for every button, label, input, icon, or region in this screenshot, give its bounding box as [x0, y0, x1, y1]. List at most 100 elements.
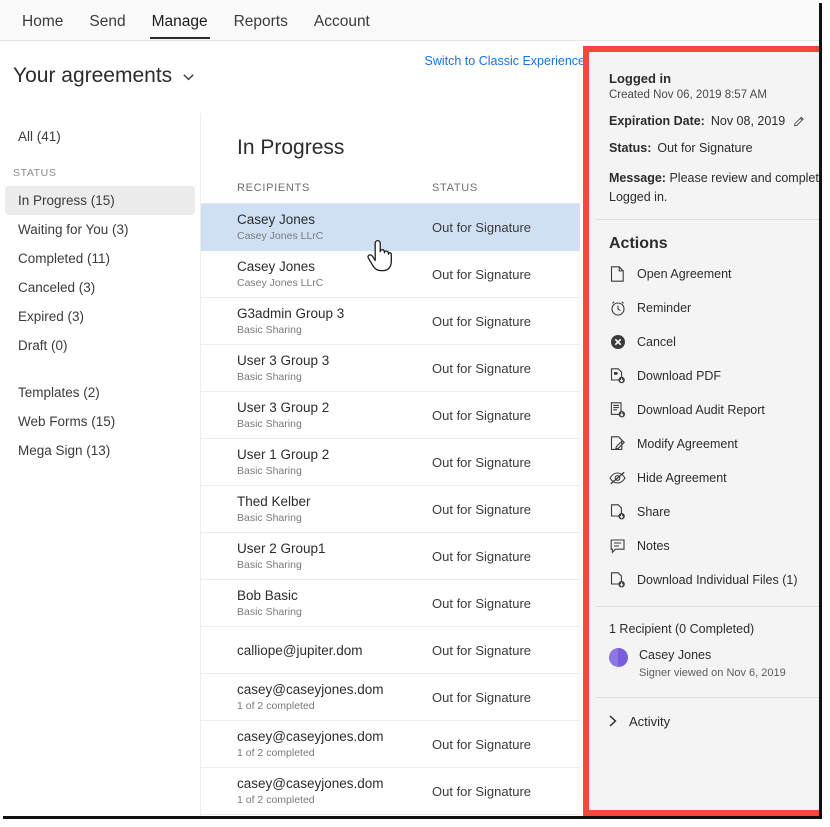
table-row-status: Out for Signature — [432, 690, 531, 705]
action-download-individual-files[interactable]: Download Individual Files (1) — [595, 563, 819, 597]
chevron-down-icon[interactable] — [183, 74, 194, 81]
sidebar-item-all[interactable]: All (41) — [5, 122, 195, 151]
action-reminder[interactable]: Reminder — [595, 291, 819, 325]
table-row-status: Out for Signature — [432, 549, 531, 564]
table-row-recipient: User 3 Group 3 Basic Sharing — [237, 352, 432, 384]
switch-to-classic-link[interactable]: Switch to Classic Experience — [425, 54, 585, 68]
sidebar-item-mega-sign-label: Mega Sign (13) — [18, 443, 110, 458]
sidebar-item-waiting-label: Waiting for You (3) — [18, 222, 129, 237]
table-row-sub: Basic Sharing — [237, 323, 432, 337]
sidebar-item-mega-sign[interactable]: Mega Sign (13) — [5, 436, 195, 465]
table-row[interactable]: G3admin Group 3 Basic Sharing Out for Si… — [201, 298, 580, 345]
sidebar-item-draft[interactable]: Draft (0) — [5, 331, 195, 360]
action-modify-agreement[interactable]: Modify Agreement — [595, 427, 819, 461]
action-open-agreement[interactable]: Open Agreement — [595, 257, 819, 291]
action-cancel[interactable]: Cancel — [595, 325, 819, 359]
sidebar: All (41) STATUS In Progress (15) Waiting… — [0, 113, 200, 816]
table-row[interactable]: casey@caseyjones.dom 1 of 2 completed Ou… — [201, 768, 580, 815]
application-window: Home Send Manage Reports Account Switch … — [0, 0, 819, 816]
table-row[interactable]: casey@caseyjones.dom 1 of 2 completed Ou… — [201, 674, 580, 721]
table-row[interactable]: User 1 Group 2 Basic Sharing Out for Sig… — [201, 439, 580, 486]
nav-item-reports[interactable]: Reports — [221, 0, 301, 42]
agreements-title-group[interactable]: Your agreements — [13, 64, 194, 88]
sidebar-item-completed-label: Completed (11) — [18, 251, 110, 266]
table-row-recipient: G3admin Group 3 Basic Sharing — [237, 305, 432, 337]
nav-item-send[interactable]: Send — [76, 0, 138, 42]
table-row-name: casey@caseyjones.dom — [237, 775, 432, 792]
table-row[interactable]: Casey Jones Casey Jones LLrC Out for Sig… — [201, 251, 580, 298]
table-row-sub: 1 of 2 completed — [237, 699, 432, 713]
activity-section-toggle[interactable]: Activity — [595, 697, 819, 744]
audit-report-icon — [609, 402, 626, 419]
agreement-detail-panel: Logged in Created Nov 06, 2019 8:57 AM E… — [583, 46, 819, 816]
agreement-message-row: Message: Please review and complet — [609, 169, 805, 188]
table-row-status: Out for Signature — [432, 502, 531, 517]
nav-item-home-label: Home — [22, 13, 63, 30]
agreement-message-value: Please review and complet — [669, 171, 818, 185]
sidebar-item-templates[interactable]: Templates (2) — [5, 378, 195, 407]
sidebar-item-canceled[interactable]: Canceled (3) — [5, 273, 195, 302]
list-heading: In Progress — [201, 113, 580, 160]
activity-label: Activity — [629, 714, 670, 729]
table-row-name: User 3 Group 2 — [237, 399, 432, 416]
action-hide-agreement[interactable]: Hide Agreement — [595, 461, 819, 495]
avatar — [609, 648, 628, 667]
action-notes[interactable]: Notes — [595, 529, 819, 563]
table-row-status: Out for Signature — [432, 408, 531, 423]
agreement-created-date: Created Nov 06, 2019 8:57 AM — [609, 89, 805, 101]
action-share[interactable]: Share — [595, 495, 819, 529]
table-row-name: calliope@jupiter.dom — [237, 642, 432, 659]
table-row-sub: Casey Jones LLrC — [237, 276, 432, 290]
agreement-status-value: Out for Signature — [657, 141, 752, 155]
table-row[interactable]: Casey Jones Casey Jones LLrC Out for Sig… — [201, 204, 580, 251]
actions-heading: Actions — [595, 220, 819, 257]
chevron-right-icon — [609, 715, 617, 727]
cancel-circle-icon — [609, 334, 626, 351]
table-row-status: Out for Signature — [432, 361, 531, 376]
action-download-audit-report[interactable]: Download Audit Report — [595, 393, 819, 427]
table-row-recipient: casey@caseyjones.dom 1 of 2 completed — [237, 728, 432, 760]
table-row[interactable]: Bob Basic Basic Sharing Out for Signatur… — [201, 580, 580, 627]
table-row[interactable]: User 2 Group1 Basic Sharing Out for Sign… — [201, 533, 580, 580]
sidebar-item-expired[interactable]: Expired (3) — [5, 302, 195, 331]
table-row-status: Out for Signature — [432, 455, 531, 470]
agreement-status-label: Status: — [609, 141, 651, 155]
agreement-detail-inner: Logged in Created Nov 06, 2019 8:57 AM E… — [595, 58, 819, 810]
sidebar-item-canceled-label: Canceled (3) — [18, 280, 95, 295]
table-row[interactable]: Thed Kelber Basic Sharing Out for Signat… — [201, 486, 580, 533]
nav-item-home[interactable]: Home — [9, 0, 76, 42]
eye-slash-icon — [609, 470, 626, 487]
recipient-list-item[interactable]: Casey Jones Signer viewed on Nov 6, 2019 — [609, 647, 805, 681]
table-row[interactable]: User 3 Group 3 Basic Sharing Out for Sig… — [201, 345, 580, 392]
table-row-recipient: casey@caseyjones.dom 1 of 2 completed — [237, 775, 432, 807]
sidebar-item-web-forms[interactable]: Web Forms (15) — [5, 407, 195, 436]
table-row-recipient: Casey Jones Casey Jones LLrC — [237, 258, 432, 290]
table-row[interactable]: calliope@jupiter.dom Out for Signature — [201, 627, 580, 674]
nav-item-manage[interactable]: Manage — [139, 0, 221, 42]
table-row-sub: Basic Sharing — [237, 511, 432, 525]
table-row-status: Out for Signature — [432, 784, 531, 799]
edit-pencil-icon[interactable] — [794, 114, 805, 128]
nav-item-account[interactable]: Account — [301, 0, 383, 42]
column-header-status: STATUS — [432, 182, 478, 194]
sidebar-item-in-progress[interactable]: In Progress (15) — [5, 186, 195, 215]
table-row-sub: Basic Sharing — [237, 370, 432, 384]
action-open-agreement-label: Open Agreement — [637, 267, 732, 281]
download-pdf-icon — [609, 368, 626, 385]
sidebar-item-waiting-for-you[interactable]: Waiting for You (3) — [5, 215, 195, 244]
share-document-icon — [609, 504, 626, 521]
table-row[interactable]: casey@caseyjones.dom 1 of 2 completed Ou… — [201, 721, 580, 768]
sidebar-section-status: STATUS — [0, 160, 200, 186]
table-row-sub: Casey Jones LLrC — [237, 229, 432, 243]
recipient-info: Casey Jones Signer viewed on Nov 6, 2019 — [639, 647, 786, 681]
sidebar-item-completed[interactable]: Completed (11) — [5, 244, 195, 273]
sidebar-item-all-label: All (41) — [18, 129, 61, 144]
table-row-name: Casey Jones — [237, 211, 432, 228]
table-row-name: Casey Jones — [237, 258, 432, 275]
table-row-recipient: User 1 Group 2 Basic Sharing — [237, 446, 432, 478]
action-download-pdf-label: Download PDF — [637, 369, 721, 383]
action-download-pdf[interactable]: Download PDF — [595, 359, 819, 393]
table-row-status: Out for Signature — [432, 643, 531, 658]
table-row[interactable]: User 3 Group 2 Basic Sharing Out for Sig… — [201, 392, 580, 439]
table-row-recipient: User 3 Group 2 Basic Sharing — [237, 399, 432, 431]
